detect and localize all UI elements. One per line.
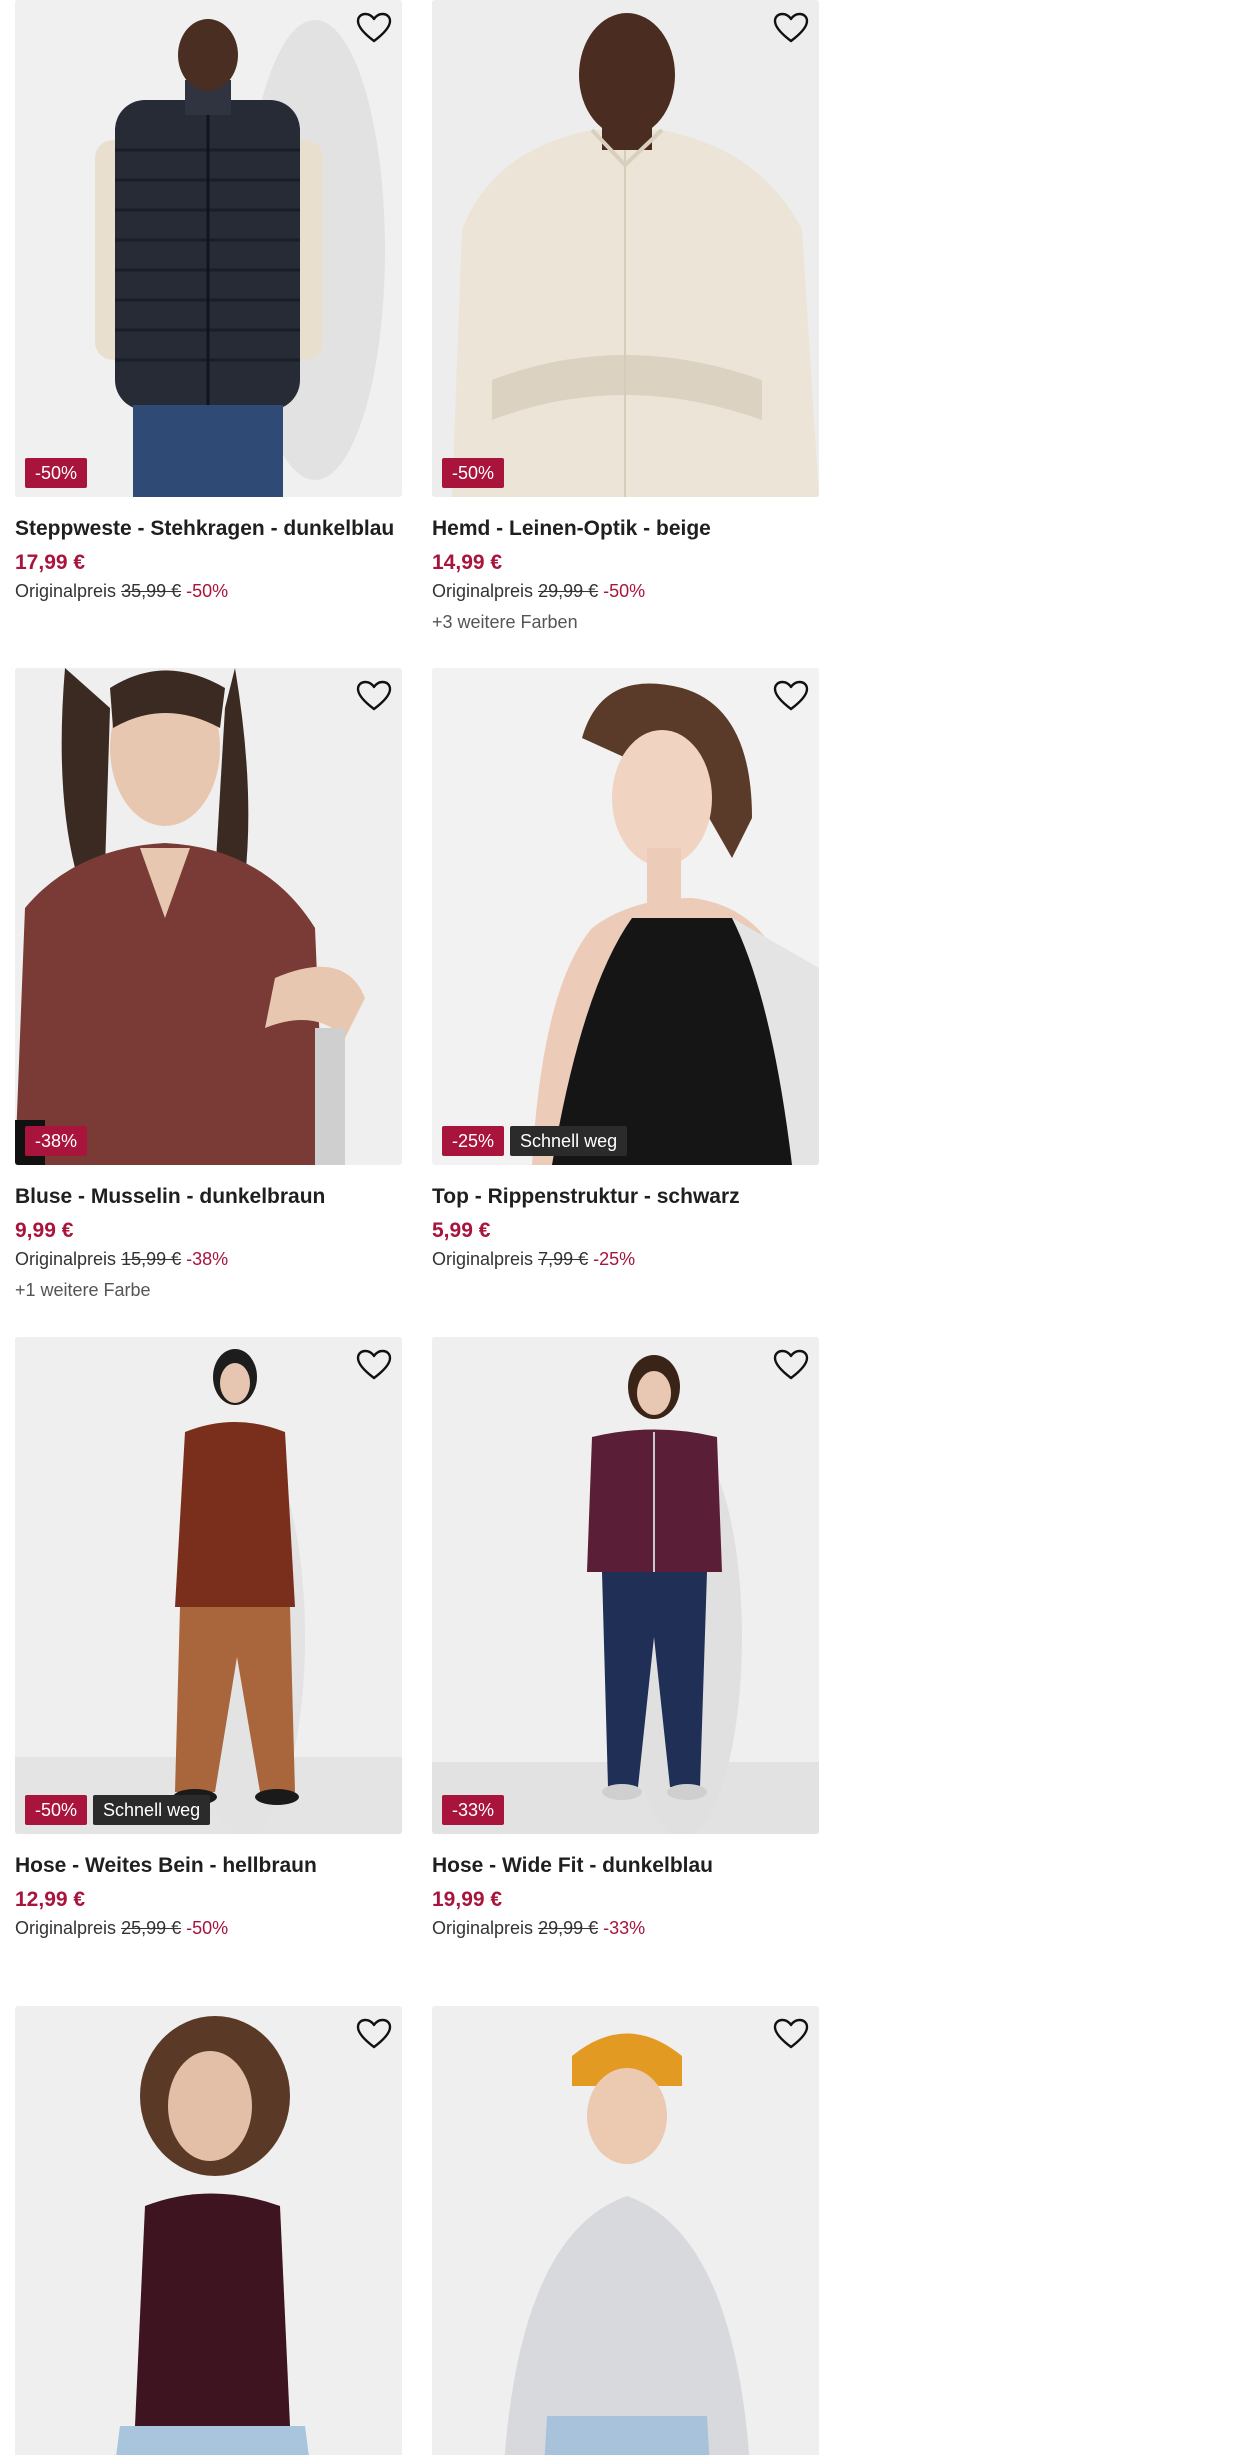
heart-outline-icon <box>356 12 392 43</box>
product-image[interactable]: -33% <box>432 1337 819 1834</box>
original-price-label: Originalpreis <box>432 1249 534 1269</box>
product-photo <box>15 2006 402 2455</box>
discount-badge: -50% <box>25 458 88 488</box>
product-info: Hemd - Leinen-Optik - beige 14,99 € Orig… <box>432 497 819 634</box>
original-price-label: Originalpreis <box>15 581 117 601</box>
product-card[interactable]: -50% Schnell weg Hose - Weites Bein - he… <box>15 1337 402 1940</box>
discount-percent: -50% <box>186 1918 229 1938</box>
product-info: Hose - Weites Bein - hellbraun 12,99 € O… <box>15 1834 402 1940</box>
product-price: 9,99 € <box>15 1219 74 1242</box>
original-price-label: Originalpreis <box>15 1249 117 1269</box>
product-card[interactable] <box>15 2006 402 2455</box>
product-photo <box>432 668 819 1165</box>
favorite-button[interactable] <box>356 1349 392 1381</box>
badge-group: -38% <box>25 1126 88 1156</box>
discount-badge: -25% <box>442 1126 505 1156</box>
product-image[interactable]: -38% <box>15 668 402 1165</box>
product-image[interactable]: -50% Schnell weg <box>15 1337 402 1834</box>
favorite-button[interactable] <box>773 680 809 712</box>
product-info: Bluse - Musselin - dunkelbraun 9,99 € Or… <box>15 1165 402 1302</box>
product-photo <box>432 0 819 497</box>
favorite-button[interactable] <box>773 1349 809 1381</box>
discount-percent: -50% <box>186 581 229 601</box>
discount-badge: -50% <box>25 1795 88 1825</box>
product-info: Steppweste - Stehkragen - dunkelblau 17,… <box>15 497 402 603</box>
product-card[interactable]: -33% Hose - Wide Fit - dunkelblau 19,99 … <box>432 1337 819 1940</box>
heart-outline-icon <box>773 1349 809 1380</box>
product-image[interactable] <box>432 2006 819 2455</box>
favorite-button[interactable] <box>356 12 392 44</box>
product-photo <box>15 0 402 497</box>
favorite-button[interactable] <box>773 2018 809 2050</box>
product-title[interactable]: Top - Rippenstruktur - schwarz <box>432 1183 819 1211</box>
original-price-label: Originalpreis <box>15 1918 117 1938</box>
product-title[interactable]: Hose - Wide Fit - dunkelblau <box>432 1852 819 1880</box>
original-price: 25,99 € <box>121 1918 182 1938</box>
badge-group: -25% Schnell weg <box>442 1126 628 1156</box>
original-price: 35,99 € <box>121 581 182 601</box>
original-price: 29,99 € <box>538 1918 599 1938</box>
product-image[interactable] <box>15 2006 402 2455</box>
badge-group: -50% <box>25 458 88 488</box>
product-photo <box>15 1337 402 1834</box>
original-price-line: Originalpreis 35,99 € -50% <box>15 579 402 603</box>
product-card[interactable] <box>432 2006 819 2455</box>
discount-percent: -50% <box>603 581 646 601</box>
badge-group: -33% <box>442 1795 505 1825</box>
product-card[interactable]: -38% Bluse - Musselin - dunkelbraun 9,99… <box>15 668 402 1302</box>
favorite-button[interactable] <box>356 2018 392 2050</box>
heart-outline-icon <box>356 1349 392 1380</box>
heart-outline-icon <box>773 680 809 711</box>
product-photo <box>432 2006 819 2455</box>
product-price: 14,99 € <box>432 551 503 574</box>
discount-badge: -33% <box>442 1795 505 1825</box>
product-price: 5,99 € <box>432 1219 491 1242</box>
original-price: 29,99 € <box>538 581 599 601</box>
original-price: 7,99 € <box>538 1249 589 1269</box>
discount-badge: -50% <box>442 458 505 488</box>
fast-selling-badge: Schnell weg <box>510 1126 628 1156</box>
original-price-line: Originalpreis 7,99 € -25% <box>432 1247 819 1271</box>
original-price: 15,99 € <box>121 1249 182 1269</box>
badge-group: -50% <box>442 458 505 488</box>
favorite-button[interactable] <box>356 680 392 712</box>
favorite-button[interactable] <box>773 12 809 44</box>
original-price-label: Originalpreis <box>432 581 534 601</box>
badge-group: -50% Schnell weg <box>25 1795 211 1825</box>
more-colors-link[interactable]: +1 weitere Farbe <box>15 1278 402 1302</box>
heart-outline-icon <box>773 2018 809 2049</box>
product-title[interactable]: Bluse - Musselin - dunkelbraun <box>15 1183 402 1211</box>
discount-badge: -38% <box>25 1126 88 1156</box>
product-photo <box>432 1337 819 1834</box>
fast-selling-badge: Schnell weg <box>93 1795 211 1825</box>
product-info: Top - Rippenstruktur - schwarz 5,99 € Or… <box>432 1165 819 1271</box>
discount-percent: -38% <box>186 1249 229 1269</box>
more-colors-link[interactable]: +3 weitere Farben <box>432 610 819 634</box>
heart-outline-icon <box>356 680 392 711</box>
product-image[interactable]: -50% <box>15 0 402 497</box>
product-price: 17,99 € <box>15 551 86 574</box>
product-title[interactable]: Hemd - Leinen-Optik - beige <box>432 515 819 543</box>
product-image[interactable]: -25% Schnell weg <box>432 668 819 1165</box>
product-title[interactable]: Hose - Weites Bein - hellbraun <box>15 1852 402 1880</box>
product-title[interactable]: Steppweste - Stehkragen - dunkelblau <box>15 515 402 543</box>
discount-percent: -25% <box>593 1249 636 1269</box>
heart-outline-icon <box>356 2018 392 2049</box>
original-price-line: Originalpreis 29,99 € -33% <box>432 1916 819 1940</box>
discount-percent: -33% <box>603 1918 646 1938</box>
product-card[interactable]: -25% Schnell weg Top - Rippenstruktur - … <box>432 668 819 1271</box>
product-card[interactable]: -50% Steppweste - Stehkragen - dunkelbla… <box>15 0 402 603</box>
product-price: 12,99 € <box>15 1888 86 1911</box>
product-card[interactable]: -50% Hemd - Leinen-Optik - beige 14,99 €… <box>432 0 819 634</box>
heart-outline-icon <box>773 12 809 43</box>
product-info: Hose - Wide Fit - dunkelblau 19,99 € Ori… <box>432 1834 819 1940</box>
original-price-label: Originalpreis <box>432 1918 534 1938</box>
product-photo <box>15 668 402 1165</box>
product-image[interactable]: -50% <box>432 0 819 497</box>
original-price-line: Originalpreis 25,99 € -50% <box>15 1916 402 1940</box>
product-price: 19,99 € <box>432 1888 503 1911</box>
original-price-line: Originalpreis 15,99 € -38% <box>15 1247 402 1271</box>
original-price-line: Originalpreis 29,99 € -50% <box>432 579 819 603</box>
